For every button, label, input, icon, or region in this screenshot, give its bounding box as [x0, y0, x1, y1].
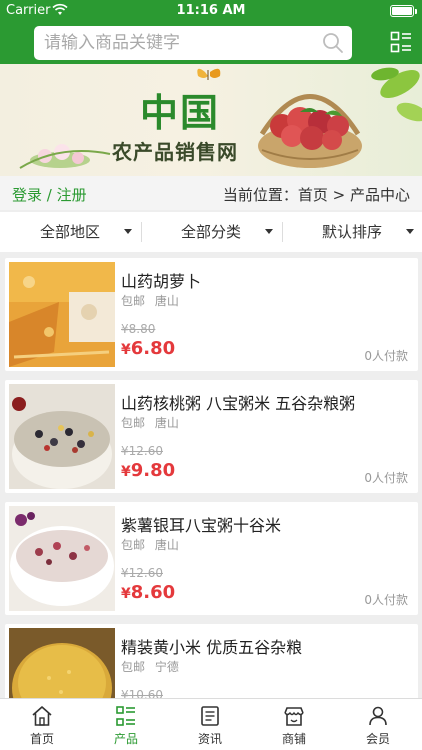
sale-price-value: 9.80 — [130, 460, 176, 481]
shipping-label: 包邮 — [121, 660, 146, 674]
tab-home-label: 首页 — [29, 732, 54, 746]
app-header: Carrier 11:16 AM — [0, 0, 422, 64]
original-price: ¥12.60 — [121, 444, 163, 458]
tab-news[interactable]: 资讯 — [168, 699, 252, 750]
product-city: 唐山 — [154, 294, 179, 308]
filter-region-label: 全部地区 — [39, 223, 100, 241]
original-price: ¥12.60 — [121, 566, 163, 580]
buyer-count: 0人付款 — [364, 471, 408, 485]
home-icon — [32, 706, 52, 726]
caret-down-icon — [124, 229, 132, 234]
product-image[interactable] — [9, 384, 115, 489]
product-meta: 包邮 宁德 — [121, 658, 185, 675]
tab-store-label: 商铺 — [281, 732, 306, 746]
bottom-tab-bar: 首页 产品 资讯 商铺 会员 — [0, 698, 422, 750]
product-name[interactable]: 山药核桃粥 八宝粥米 五谷杂粮粥 — [121, 390, 355, 414]
auth-links: 登录 / 注册 — [12, 184, 87, 205]
product-card[interactable]: 山药核桃粥 八宝粥米 五谷杂粮粥 包邮 唐山 ¥12.60 ¥9.80 0人付款 — [5, 380, 418, 493]
store-icon — [284, 707, 304, 726]
search-input[interactable] — [44, 26, 314, 60]
product-city: 唐山 — [154, 538, 179, 552]
product-city: 唐山 — [154, 416, 179, 430]
product-card[interactable]: 精装黄小米 优质五谷杂粮 包邮 宁德 ¥10.60 — [5, 624, 418, 698]
tab-products[interactable]: 产品 — [84, 699, 168, 750]
shipping-label: 包邮 — [121, 294, 146, 308]
tab-member-label: 会员 — [365, 732, 390, 746]
banner-title: 中国 — [140, 90, 221, 135]
product-meta: 包邮 唐山 — [121, 536, 185, 553]
clock: 11:16 AM — [176, 3, 246, 18]
original-price: ¥10.60 — [121, 688, 163, 698]
sale-price: ¥9.80 — [121, 460, 175, 481]
currency-symbol: ¥ — [121, 586, 131, 602]
filter-category[interactable]: 全部分类 — [141, 212, 281, 252]
sale-price: ¥6.80 — [121, 338, 175, 359]
status-bar: Carrier 11:16 AM — [0, 0, 422, 22]
product-city: 宁德 — [154, 660, 179, 674]
breadcrumb-bar: 登录 / 注册 当前位置：首页 > 产品中心 — [0, 176, 422, 210]
shipping-label: 包邮 — [121, 416, 146, 430]
product-list-icon — [116, 706, 135, 726]
product-image[interactable] — [9, 506, 115, 611]
currency-symbol: ¥ — [121, 342, 131, 358]
battery-icon — [390, 5, 417, 17]
tab-member[interactable]: 会员 — [336, 699, 420, 750]
member-icon — [369, 706, 387, 726]
product-card[interactable]: 紫薯银耳八宝粥十谷米 包邮 唐山 ¥12.60 ¥8.60 0人付款 — [5, 502, 418, 615]
product-name[interactable]: 紫薯银耳八宝粥十谷米 — [121, 512, 281, 536]
tab-news-label: 资讯 — [197, 732, 222, 746]
auth-separator: / — [46, 186, 52, 204]
buyer-count: 0人付款 — [364, 349, 408, 363]
sale-price-value: 8.60 — [130, 582, 176, 603]
filter-bar: 全部地区 全部分类 默认排序 — [0, 212, 422, 252]
filter-category-label: 全部分类 — [180, 223, 241, 241]
tab-home[interactable]: 首页 — [0, 699, 84, 750]
login-link[interactable]: 登录 — [12, 186, 42, 204]
product-list[interactable]: 山药胡萝卜 包邮 唐山 ¥8.80 ¥6.80 0人付款 山药核桃粥 八宝粥米 … — [0, 256, 422, 698]
filter-sort-label: 默认排序 — [321, 223, 382, 241]
banner-subtitle: 农产品销售网 — [112, 140, 238, 164]
filter-sort[interactable]: 默认排序 — [282, 212, 422, 252]
breadcrumb: 当前位置：首页 > 产品中心 — [222, 186, 410, 204]
original-price: ¥8.80 — [121, 322, 156, 336]
tab-products-label: 产品 — [113, 732, 138, 746]
filter-region[interactable]: 全部地区 — [0, 212, 140, 252]
grid-list-icon[interactable] — [390, 31, 412, 53]
search-box[interactable] — [34, 26, 352, 60]
product-name[interactable]: 山药胡萝卜 — [121, 268, 201, 292]
product-meta: 包邮 唐山 — [121, 414, 185, 431]
search-icon[interactable] — [322, 32, 344, 54]
product-card[interactable]: 山药胡萝卜 包邮 唐山 ¥8.80 ¥6.80 0人付款 — [5, 258, 418, 371]
product-name[interactable]: 精装黄小米 优质五谷杂粮 — [121, 634, 302, 658]
register-link[interactable]: 注册 — [57, 186, 87, 204]
currency-symbol: ¥ — [121, 464, 131, 480]
sale-price-value: 6.80 — [130, 338, 176, 359]
tab-store[interactable]: 商铺 — [252, 699, 336, 750]
promo-banner[interactable]: 中国 农产品销售网 — [0, 64, 422, 176]
product-meta: 包邮 唐山 — [121, 292, 185, 309]
buyer-count: 0人付款 — [364, 593, 408, 607]
sale-price: ¥8.60 — [121, 582, 175, 603]
caret-down-icon — [265, 229, 273, 234]
product-image[interactable] — [9, 262, 115, 367]
product-image[interactable] — [9, 628, 115, 698]
news-icon — [201, 706, 219, 726]
shipping-label: 包邮 — [121, 538, 146, 552]
caret-down-icon — [406, 229, 414, 234]
